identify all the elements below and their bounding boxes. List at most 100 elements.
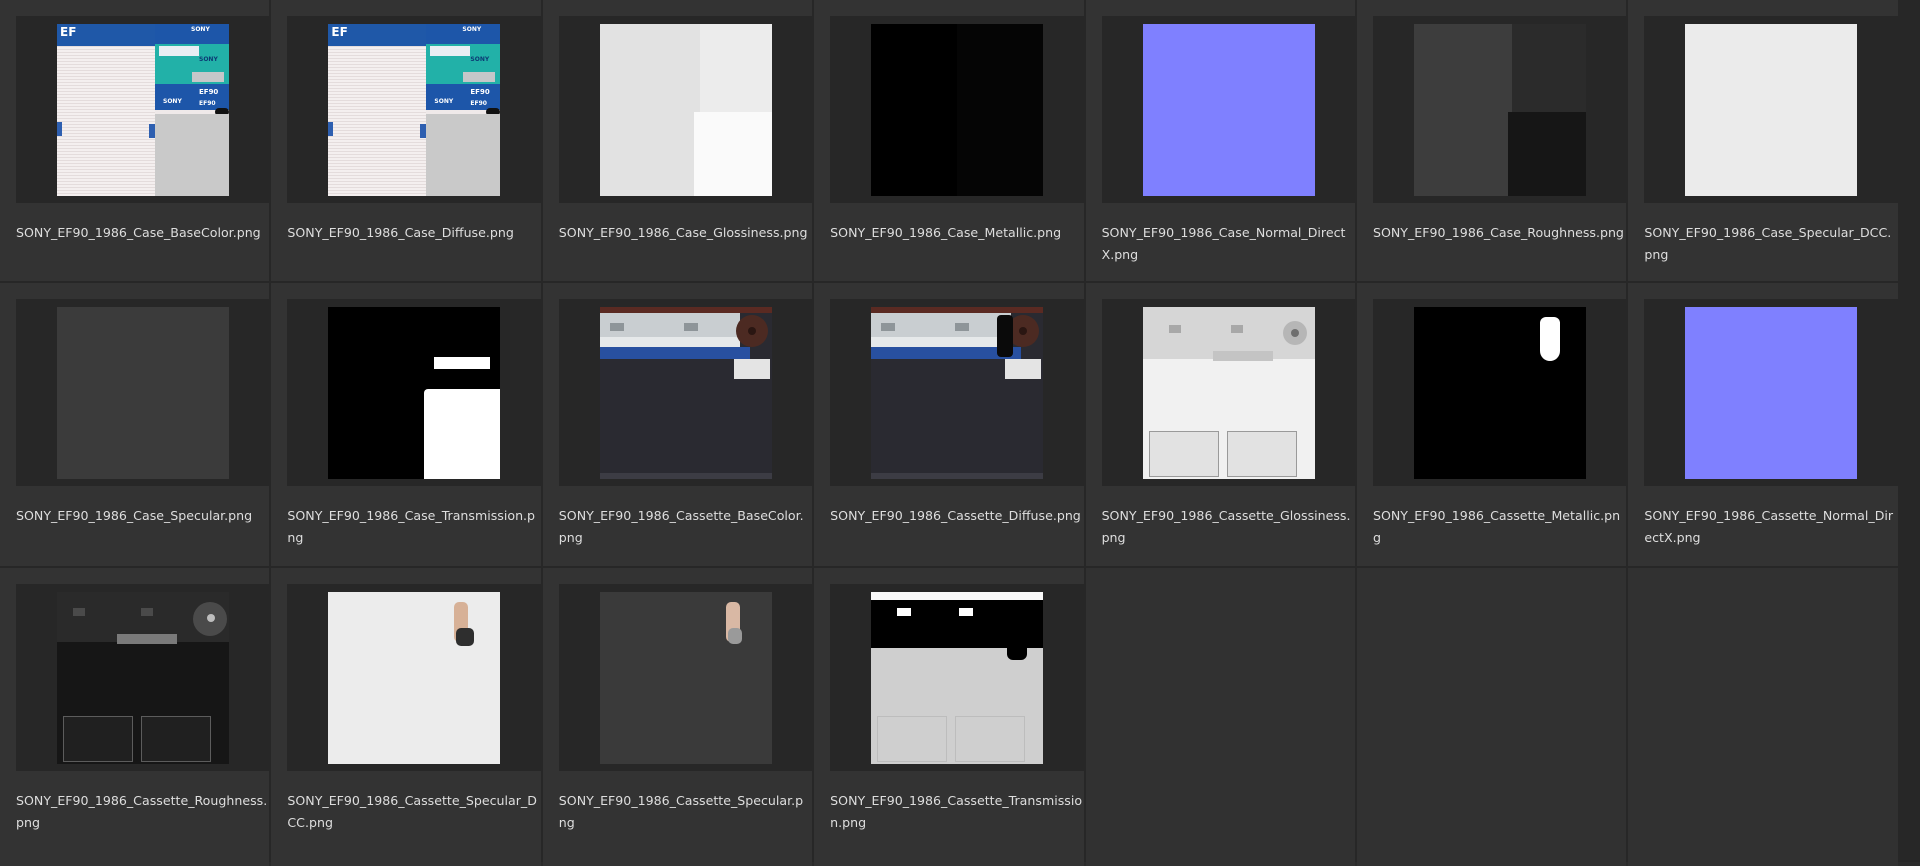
texture-thumbnail <box>1413 24 1586 196</box>
sony-mark-2: SONY <box>470 56 490 63</box>
file-tile[interactable]: EF SONY SONY EF90 SONY EF90 SONY_EF90_1986_Cas… <box>271 0 541 281</box>
file-name: SONY_EF90_1986_Cassette_Glossiness.png <box>1101 508 1351 545</box>
window-1 <box>881 323 896 331</box>
thumbnail-frame: EF SONY SONY EF90 SONY EF90 <box>287 16 541 203</box>
dot-1 <box>73 608 85 616</box>
file-name: SONY_EF90_1986_Cassette_Diffuse.png <box>830 508 1081 523</box>
blue-side-strip <box>57 122 62 136</box>
file-name: SONY_EF90_1986_Cassette_Normal_DirectX.p… <box>1644 508 1894 545</box>
white-window <box>159 46 199 56</box>
file-tile[interactable]: EF SONY SONY EF90 SONY EF90 SONY_EF90_1986_Cas… <box>0 0 270 281</box>
file-tile[interactable]: SONY_EF90_1986_Case_Specular_DCC.png <box>1628 0 1898 281</box>
window-2 <box>955 323 970 331</box>
window-2 <box>683 323 698 331</box>
ef90-text: EF90 <box>199 88 219 96</box>
thumbnail-frame <box>830 16 1084 203</box>
file-tile[interactable]: SONY_EF90_1986_Cassette_Glossiness.png <box>1085 283 1355 566</box>
cassette-icon-2 <box>141 716 211 762</box>
file-name: SONY_EF90_1986_Case_Glossiness.png <box>558 225 808 240</box>
sony-mark-3: SONY <box>434 98 454 105</box>
texture-thumbnail <box>328 307 501 479</box>
grey-block <box>155 114 229 196</box>
label-print-area <box>57 24 155 196</box>
thumbnail-frame <box>1372 299 1627 486</box>
thumbnail-frame <box>1101 16 1355 203</box>
file-name: SONY_EF90_1986_Case_Roughness.png <box>1372 225 1624 240</box>
thumbnail-frame: EF SONY SONY EF90 SONY EF90 <box>16 16 270 203</box>
file-name: SONY_EF90_1986_Cassette_Specular_DCC.png <box>287 793 537 830</box>
texture-thumbnail <box>57 307 229 479</box>
file-tile[interactable]: SONY_EF90_1986_Cassette_Normal_DirectX.p… <box>1628 283 1898 566</box>
file-tile[interactable]: SONY_EF90_1986_Cassette_Transmission.png <box>814 568 1084 866</box>
texture-thumbnail <box>1142 307 1315 479</box>
white-patch <box>1005 359 1042 379</box>
white-dash-2 <box>959 608 974 616</box>
black-patch <box>997 315 1014 357</box>
blue-label <box>599 347 750 359</box>
texture-thumbnail <box>57 592 229 764</box>
darker-block <box>1507 112 1586 196</box>
ef90-text-2: EF90 <box>199 100 216 107</box>
thumbnail-frame <box>830 299 1084 486</box>
sony-mark-2: SONY <box>199 56 218 63</box>
band <box>1212 351 1273 361</box>
blue-side-strip-2 <box>149 124 155 138</box>
file-name: SONY_EF90_1986_Case_Diffuse.png <box>287 225 514 240</box>
ef90-text-2: EF90 <box>470 100 487 107</box>
file-tile[interactable]: SONY_EF90_1986_Cassette_Roughness.png <box>0 568 270 866</box>
grey-window <box>463 72 496 82</box>
file-tile[interactable]: SONY_EF90_1986_Cassette_Metallic.png <box>1356 283 1627 566</box>
dot-1 <box>1168 325 1181 333</box>
file-name: SONY_EF90_1986_Cassette_Roughness.png <box>16 793 268 830</box>
grey-shape <box>727 628 742 644</box>
dot-2 <box>141 608 153 616</box>
white-window <box>430 46 471 56</box>
file-grid: EF SONY SONY EF90 SONY EF90 SONY_EF90_1986_Cas… <box>0 0 1920 866</box>
thumbnail-frame <box>558 16 813 203</box>
file-tile[interactable]: SONY_EF90_1986_Cassette_BaseColor.png <box>542 283 813 566</box>
file-tile[interactable]: SONY_EF90_1986_Case_Metallic.png <box>814 0 1084 281</box>
texture-thumbnail <box>599 307 772 479</box>
texture-thumbnail: EF SONY SONY EF90 SONY EF90 <box>328 24 501 196</box>
grey-window <box>192 72 224 82</box>
cassette-icon-1 <box>63 716 133 762</box>
texture-thumbnail <box>599 24 772 196</box>
white-label <box>871 337 1012 347</box>
file-tile[interactable]: SONY_EF90_1986_Case_Specular.png <box>0 283 270 566</box>
empty-cell <box>1085 568 1355 866</box>
ef-logo: EF <box>60 25 77 39</box>
sony-mark: SONY <box>191 26 210 33</box>
bottom-edge <box>871 473 1044 479</box>
thumbnail-frame <box>558 299 813 486</box>
file-tile[interactable]: SONY_EF90_1986_Case_Roughness.png <box>1356 0 1627 281</box>
file-tile[interactable]: SONY_EF90_1986_Case_Transmission.png <box>271 283 541 566</box>
thumbnail-frame <box>287 299 541 486</box>
thumbnail-frame <box>287 584 541 771</box>
file-name: SONY_EF90_1986_Cassette_Metallic.png <box>1372 508 1621 545</box>
white-patch <box>733 359 770 379</box>
file-tile[interactable]: SONY_EF90_1986_Case_Glossiness.png <box>542 0 813 281</box>
window-1 <box>609 323 624 331</box>
white-shelf <box>871 592 1044 600</box>
white-label <box>599 337 740 347</box>
file-tile[interactable]: SONY_EF90_1986_Cassette_Specular_DCC.png <box>271 568 541 866</box>
ef90-text: EF90 <box>470 88 490 96</box>
thumbnail-frame <box>16 299 270 486</box>
sony-mark: SONY <box>462 26 482 33</box>
file-name: SONY_EF90_1986_Cassette_Specular.png <box>558 793 804 830</box>
file-tile[interactable]: SONY_EF90_1986_Case_Normal_DirectX.png <box>1085 0 1355 281</box>
file-tile[interactable]: SONY_EF90_1986_Cassette_Diffuse.png <box>814 283 1084 566</box>
bottom-edge <box>599 473 772 479</box>
texture-thumbnail <box>871 24 1044 196</box>
file-name: SONY_EF90_1986_Case_Transmission.png <box>287 508 536 545</box>
file-name: SONY_EF90_1986_Cassette_BaseColor.png <box>558 508 804 545</box>
file-name: SONY_EF90_1986_Cassette_Transmission.png <box>830 793 1083 830</box>
label-print-area <box>328 24 427 196</box>
file-name: SONY_EF90_1986_Case_Metallic.png <box>830 225 1062 240</box>
texture-thumbnail <box>1413 307 1586 479</box>
reel-hub <box>1290 329 1299 337</box>
white-shape <box>1539 317 1560 361</box>
file-tile[interactable]: SONY_EF90_1986_Cassette_Specular.png <box>542 568 813 866</box>
thumbnail-frame <box>16 584 270 771</box>
cassette-icon-2 <box>1226 431 1297 477</box>
